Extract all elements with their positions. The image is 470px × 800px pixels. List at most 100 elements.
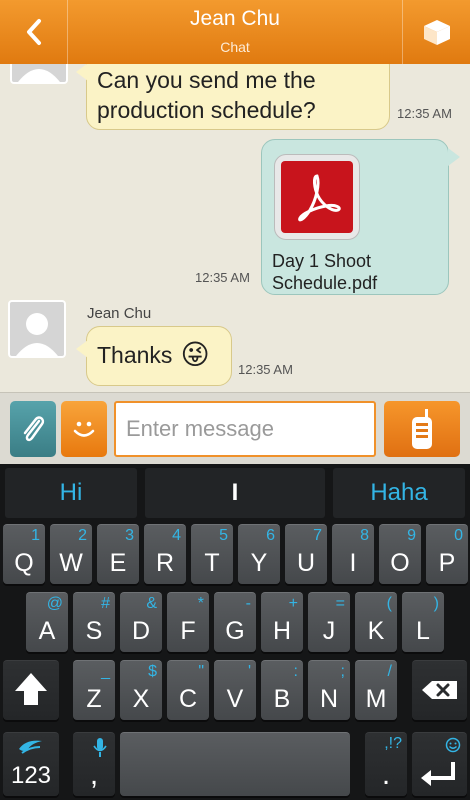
message-time: 12:35 AM (238, 362, 293, 377)
key-u[interactable]: 7U (285, 524, 327, 584)
key-label: C (178, 685, 198, 713)
microphone-icon (93, 738, 107, 757)
key-c[interactable]: " C (167, 660, 209, 720)
key-label: J (322, 617, 336, 645)
key-q[interactable]: 1Q (3, 524, 45, 584)
key-label: G (225, 617, 245, 645)
message-text: Can you send me the production schedule? (97, 67, 316, 123)
key-alt-label: + (288, 595, 298, 612)
key-alt-label: $ (148, 663, 157, 680)
key-alt-label: ,!? (384, 735, 402, 752)
key-label: P (438, 549, 456, 577)
key-r[interactable]: 4R (144, 524, 186, 584)
sender-name: Jean Chu (87, 305, 152, 322)
suggestion-right[interactable]: Haha (333, 468, 465, 518)
backspace-key[interactable] (412, 660, 467, 720)
swiftkey-icon (19, 740, 42, 754)
key-e[interactable]: 3E (97, 524, 139, 584)
comma-key[interactable]: , (73, 732, 115, 796)
key-label: V (226, 685, 244, 713)
key-alt-label: * (197, 595, 204, 612)
chat-area[interactable]: Can you send me the production schedule?… (0, 64, 470, 392)
emoji-button[interactable] (61, 401, 107, 457)
key-g[interactable]: -G (214, 592, 256, 652)
attach-button[interactable] (10, 401, 56, 457)
key-alt-label: 8 (360, 527, 369, 544)
period-key[interactable]: ,!? . (365, 732, 407, 796)
key-j[interactable]: = J (308, 592, 350, 652)
key-alt-label: # (101, 595, 110, 612)
outgoing-file-bubble[interactable]: Day 1 Shoot Schedule.pdf (261, 139, 460, 295)
key-t[interactable]: 5T (191, 524, 233, 584)
key-d[interactable]: & D (120, 592, 162, 652)
space-key[interactable] (120, 732, 350, 796)
key-z[interactable]: _ Z (73, 660, 115, 720)
key-alt-label: ) (433, 595, 439, 612)
key-alt-label: 3 (125, 527, 134, 544)
key-label: 123 (10, 762, 52, 789)
key-f[interactable]: * F (167, 592, 209, 652)
suggestion-left[interactable]: Hi (5, 468, 137, 518)
key-alt-label: ' (247, 663, 251, 680)
box-button[interactable] (402, 0, 470, 64)
walkie-talkie-icon (412, 409, 432, 449)
key-s[interactable]: # S (73, 592, 115, 652)
file-name: Day 1 Shoot Schedule.pdf (272, 251, 378, 293)
symbols-key[interactable]: 123 (3, 732, 59, 796)
key-alt-label: " (198, 663, 204, 680)
key-alt-label: 0 (454, 527, 463, 544)
key-label: L (416, 617, 430, 645)
key-label: , (89, 758, 99, 791)
chat-subtitle: Chat (220, 39, 250, 55)
key-p[interactable]: 0P (426, 524, 468, 584)
incoming-message-bubble[interactable]: Can you send me the production schedule? (76, 64, 390, 130)
key-alt-label: @ (46, 595, 63, 612)
back-button[interactable] (0, 0, 68, 64)
contact-name: Jean Chu (190, 7, 280, 30)
key-k[interactable]: (K (355, 592, 397, 652)
key-x[interactable]: $ X (120, 660, 162, 720)
key-label: W (59, 549, 83, 577)
suggestion-center[interactable]: I (145, 468, 325, 518)
key-m[interactable]: / M (355, 660, 397, 720)
key-label: A (38, 617, 56, 645)
key-b[interactable]: :B (261, 660, 303, 720)
key-o[interactable]: 9O (379, 524, 421, 584)
avatar[interactable] (10, 64, 68, 84)
message-time: 12:35 AM (195, 270, 250, 285)
shift-key[interactable] (3, 660, 59, 720)
walkie-talkie-button[interactable] (384, 401, 460, 457)
message-time: 12:35 AM (397, 106, 452, 121)
incoming-message-bubble[interactable]: Thanks 😜 (76, 326, 232, 386)
key-a[interactable]: @ A (26, 592, 68, 652)
key-label: U (296, 549, 316, 577)
key-label: M (365, 685, 387, 713)
key-y[interactable]: 6Y (238, 524, 280, 584)
key-label: I (349, 549, 357, 577)
shift-icon (15, 673, 47, 705)
smiley-icon (445, 737, 461, 753)
key-label: X (132, 685, 150, 713)
chat-header: Jean Chu Chat (0, 0, 470, 64)
key-n[interactable]: ; N (308, 660, 350, 720)
key-label: . (381, 758, 391, 791)
enter-icon (421, 762, 455, 786)
avatar[interactable] (8, 300, 66, 358)
key-h[interactable]: + H (261, 592, 303, 652)
key-label: F (180, 617, 196, 645)
key-l[interactable]: ) L (402, 592, 444, 652)
key-v[interactable]: ' V (214, 660, 256, 720)
key-alt-label: ; (340, 663, 345, 680)
key-label: B (273, 685, 291, 713)
enter-key[interactable] (412, 732, 467, 796)
key-i[interactable]: 8I (332, 524, 374, 584)
message-input[interactable] (114, 401, 376, 457)
key-label: Q (14, 549, 34, 577)
key-alt-label: 5 (219, 527, 228, 544)
smiley-icon (73, 421, 95, 437)
pdf-icon (274, 154, 360, 240)
key-alt-label: ( (386, 595, 392, 612)
key-w[interactable]: 2W (50, 524, 92, 584)
key-label: T (204, 549, 220, 577)
key-alt-label: 2 (78, 527, 87, 544)
